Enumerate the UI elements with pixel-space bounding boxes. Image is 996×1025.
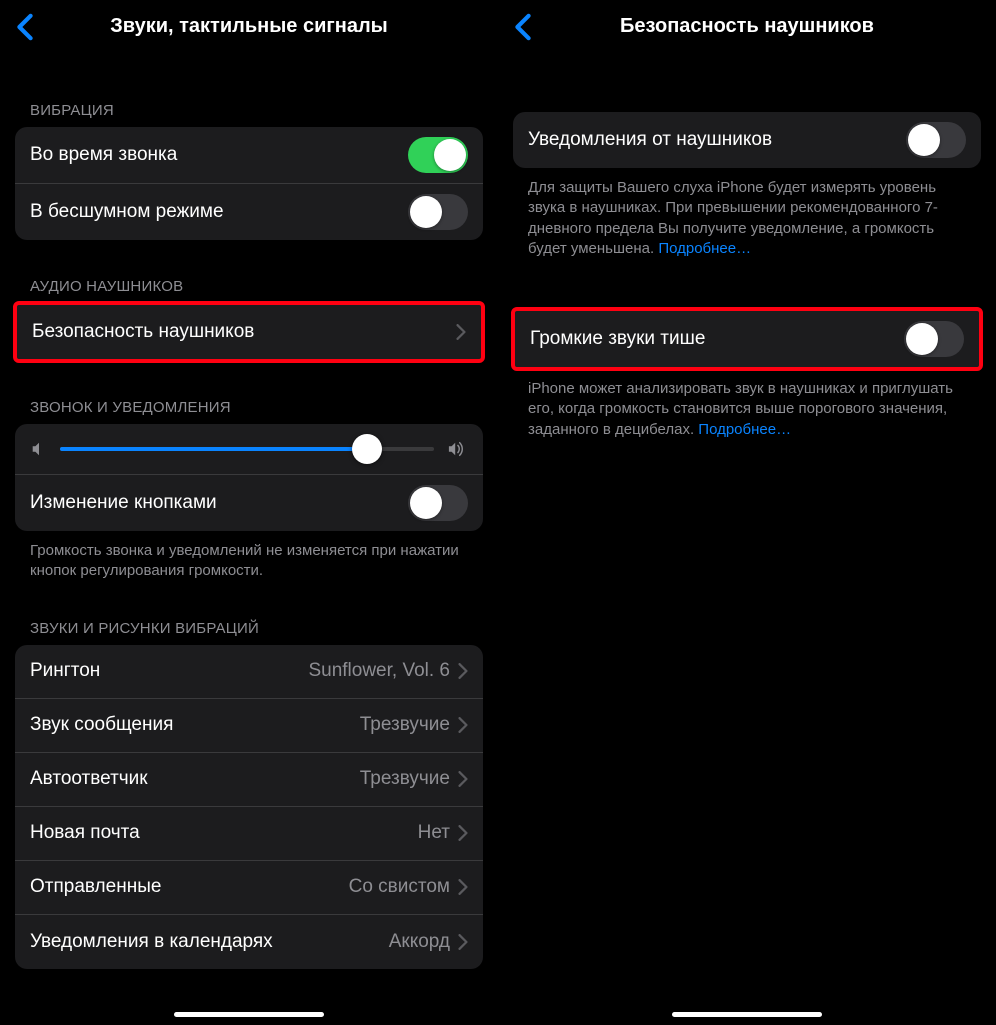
content-area: Уведомления от наушников Для защиты Ваше… [498, 52, 996, 440]
row-vibrate-on-ring[interactable]: Во время звонка [15, 127, 483, 184]
row-label: Во время звонка [30, 144, 408, 166]
row-headphone-notifications[interactable]: Уведомления от наушников [513, 112, 981, 168]
chevron-right-icon [456, 324, 466, 340]
back-button[interactable] [10, 12, 40, 42]
volume-slider[interactable] [60, 447, 434, 451]
row-label: Громкие звуки тише [530, 328, 904, 350]
learn-more-link[interactable]: Подробнее… [698, 421, 791, 438]
toggle-vibrate-on-silent[interactable] [408, 194, 468, 230]
row-text-tone[interactable]: Звук сообщения Трезвучие [15, 699, 483, 753]
toggle-change-with-buttons[interactable] [408, 485, 468, 521]
screen-sounds-haptics: Звуки, тактильные сигналы ВИБРАЦИЯ Во вр… [0, 0, 498, 1025]
row-value: Трезвучие [360, 768, 450, 790]
section-header-ringer: ЗВОНОК И УВЕДОМЛЕНИЯ [15, 361, 483, 424]
page-title: Звуки, тактильные сигналы [110, 15, 387, 38]
footer-reduce-loud: iPhone может анализировать звук в наушни… [513, 369, 981, 440]
section-header-vibration: ВИБРАЦИЯ [15, 52, 483, 127]
row-calendar-alerts[interactable]: Уведомления в календарях Аккорд [15, 915, 483, 969]
row-label: Безопасность наушников [32, 321, 456, 343]
row-label: Автоответчик [30, 768, 360, 790]
screen-headphone-safety: Безопасность наушников Уведомления от на… [498, 0, 996, 1025]
group-ringer: Изменение кнопками [15, 424, 483, 531]
row-label: Звук сообщения [30, 714, 360, 736]
chevron-right-icon [458, 771, 468, 787]
row-value: Sunflower, Vol. 6 [308, 660, 450, 682]
page-title: Безопасность наушников [620, 15, 874, 38]
footer-headphone-notifications: Для защиты Вашего слуха iPhone будет изм… [513, 168, 981, 259]
back-button[interactable] [508, 12, 538, 42]
row-change-with-buttons[interactable]: Изменение кнопками [15, 475, 483, 531]
chevron-right-icon [458, 825, 468, 841]
group-reduce-loud-highlighted: Громкие звуки тише [511, 307, 983, 371]
volume-high-icon [446, 440, 468, 458]
toggle-headphone-notifications[interactable] [906, 122, 966, 158]
row-label: Новая почта [30, 822, 418, 844]
row-headphone-safety[interactable]: Безопасность наушников [17, 305, 481, 359]
chevron-right-icon [458, 663, 468, 679]
row-label: В бесшумном режиме [30, 201, 408, 223]
row-value: Аккорд [389, 931, 450, 953]
content-area: ВИБРАЦИЯ Во время звонка В бесшумном реж… [0, 52, 498, 969]
row-label: Отправленные [30, 876, 349, 898]
row-volume-slider[interactable] [15, 424, 483, 475]
toggle-reduce-loud-sounds[interactable] [904, 321, 964, 357]
row-reduce-loud-sounds[interactable]: Громкие звуки тише [515, 311, 979, 367]
group-vibration: Во время звонка В бесшумном режиме [15, 127, 483, 240]
row-sent-mail[interactable]: Отправленные Со свистом [15, 861, 483, 915]
row-label: Уведомления от наушников [528, 129, 906, 151]
volume-low-icon [30, 440, 48, 458]
learn-more-link[interactable]: Подробнее… [658, 240, 751, 257]
nav-bar: Безопасность наушников [498, 0, 996, 52]
footer-ringer: Громкость звонка и уведомлений не изменя… [15, 531, 483, 582]
row-label: Рингтон [30, 660, 308, 682]
group-headphone-safety-highlighted: Безопасность наушников [13, 301, 485, 363]
toggle-vibrate-on-ring[interactable] [408, 137, 468, 173]
row-ringtone[interactable]: Рингтон Sunflower, Vol. 6 [15, 645, 483, 699]
row-voicemail[interactable]: Автоответчик Трезвучие [15, 753, 483, 807]
row-value: Трезвучие [360, 714, 450, 736]
group-headphone-notifications: Уведомления от наушников [513, 112, 981, 168]
row-label: Изменение кнопками [30, 492, 408, 514]
chevron-right-icon [458, 717, 468, 733]
row-new-mail[interactable]: Новая почта Нет [15, 807, 483, 861]
section-header-sounds: ЗВУКИ И РИСУНКИ ВИБРАЦИЙ [15, 582, 483, 645]
chevron-left-icon [16, 13, 34, 41]
row-vibrate-on-silent[interactable]: В бесшумном режиме [15, 184, 483, 240]
section-header-headphone-audio: АУДИО НАУШНИКОВ [15, 240, 483, 303]
home-indicator[interactable] [672, 1012, 822, 1017]
group-sounds: Рингтон Sunflower, Vol. 6 Звук сообщения… [15, 645, 483, 969]
chevron-right-icon [458, 879, 468, 895]
home-indicator[interactable] [174, 1012, 324, 1017]
row-label: Уведомления в календарях [30, 931, 389, 953]
row-value: Нет [418, 822, 450, 844]
chevron-left-icon [514, 13, 532, 41]
chevron-right-icon [458, 934, 468, 950]
nav-bar: Звуки, тактильные сигналы [0, 0, 498, 52]
row-value: Со свистом [349, 876, 450, 898]
